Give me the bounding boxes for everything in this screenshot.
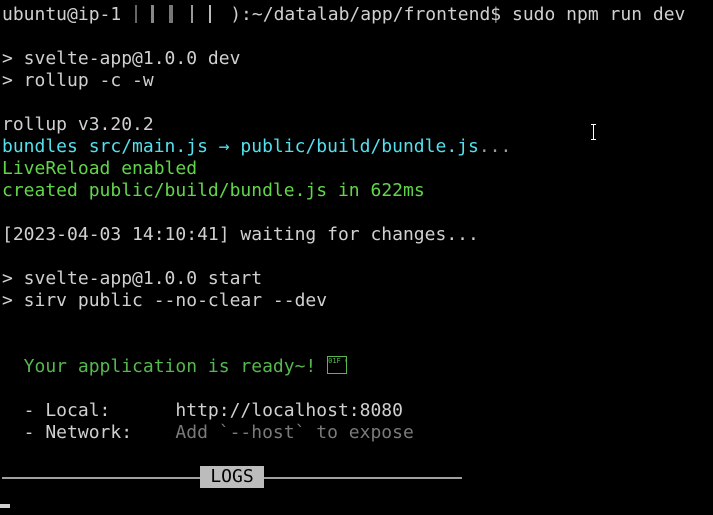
npm-start-header: > svelte-app@1.0.0 start	[2, 268, 263, 289]
local-label: - Local:	[2, 400, 176, 421]
prompt-path: ):~/datalab/app/frontend$	[230, 4, 512, 25]
prompt-user-host: ubuntu@ip-1	[2, 4, 122, 25]
rollup-version: rollup v3.20.2	[2, 114, 154, 135]
created-time: 622ms	[370, 180, 425, 201]
logs-status-bar: LOGS	[0, 466, 462, 488]
bundles-word: bundles	[2, 136, 89, 157]
npm-dev-header: > svelte-app@1.0.0 dev	[2, 48, 241, 69]
waiting-line: [2023-04-03 14:10:41] waiting for change…	[2, 224, 479, 245]
local-url-link[interactable]: http://localhost:8080	[175, 400, 403, 421]
ready-text: Your application is ready~!	[2, 356, 328, 377]
created-in: in	[327, 180, 371, 201]
network-label: - Network:	[2, 422, 176, 443]
rollup-bundles-line: bundles src/main.js → public/build/bundl…	[0, 136, 713, 158]
rocket-icon: 01F 680	[327, 356, 348, 374]
prompt-command: sudo npm run dev	[511, 4, 686, 25]
logs-tab[interactable]: LOGS	[200, 466, 264, 488]
redacted-ip	[121, 5, 231, 23]
terminal-window[interactable]: ubuntu@ip-1 ):~/datalab/app/frontend$ sud…	[0, 0, 713, 515]
livereload-line: LiveReload enabled	[2, 158, 198, 179]
created-path: public/build/bundle.js	[88, 180, 328, 201]
created-word: created	[2, 180, 89, 201]
network-line: - Network: Add `--host` to expose	[0, 422, 713, 444]
prompt-line: ubuntu@ip-1 ):~/datalab/app/frontend$ sud…	[0, 4, 713, 26]
bundles-ellipsis: ...	[478, 136, 512, 157]
ibeam-cursor-icon	[590, 124, 598, 140]
ready-line: Your application is ready~! 01F 680	[0, 356, 713, 378]
npm-dev-script: > rollup -c -w	[2, 70, 154, 91]
rollup-created-line: created public/build/bundle.js in 622ms	[0, 180, 713, 202]
local-line: - Local: http://localhost:8080	[0, 400, 713, 422]
bundles-paths: src/main.js → public/build/bundle.js	[88, 136, 479, 157]
text-cursor	[0, 504, 10, 508]
network-value: Add `--host` to expose	[175, 422, 414, 443]
npm-start-script: > sirv public --no-clear --dev	[2, 290, 328, 311]
